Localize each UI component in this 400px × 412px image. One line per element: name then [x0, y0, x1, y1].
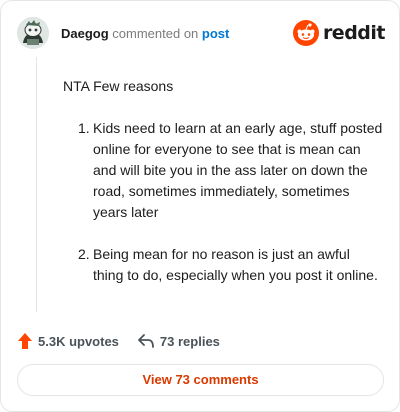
upvotes-count: 5.3K upvotes	[38, 333, 119, 349]
list-item: 1. Kids need to learn at an early age, s…	[63, 118, 383, 223]
byline: Daegog commented on post	[61, 26, 229, 42]
post-link[interactable]: post	[202, 26, 229, 41]
list-number: 2.	[78, 246, 90, 262]
action-text: commented on	[112, 26, 199, 41]
comment-intro: NTA Few reasons	[63, 78, 174, 94]
comment-body: NTA Few reasons 1. Kids need to learn at…	[63, 76, 383, 307]
reddit-logo-icon	[292, 20, 319, 46]
reasons-list: 1. Kids need to learn at an early age, s…	[63, 118, 383, 286]
reply-arrow-icon	[137, 333, 155, 349]
list-item-text: Being mean for no reason is just an awfu…	[93, 246, 378, 283]
thread-line	[36, 57, 37, 312]
list-number: 1.	[78, 120, 90, 136]
reddit-wordmark: reddit	[322, 22, 386, 44]
username-link[interactable]: Daegog	[61, 26, 109, 41]
list-item: 2. Being mean for no reason is just an a…	[63, 244, 383, 286]
comment-actions: 5.3K upvotes 73 replies	[17, 331, 220, 351]
view-comments-button[interactable]: View 73 comments	[17, 364, 384, 396]
list-item-text: Kids need to learn at an early age, stuf…	[93, 120, 383, 220]
replies-button[interactable]: 73 replies	[137, 333, 220, 349]
comment-header: Daegog commented on post reddit	[17, 17, 386, 51]
replies-count: 73 replies	[159, 333, 220, 349]
reddit-brand[interactable]: reddit	[292, 19, 386, 47]
comment-card: Daegog commented on post reddit NTA Few …	[0, 0, 400, 412]
snoo-avatar-icon[interactable]	[17, 17, 49, 49]
upvote-button[interactable]: 5.3K upvotes	[17, 332, 119, 350]
upvote-arrow-icon	[17, 332, 33, 350]
